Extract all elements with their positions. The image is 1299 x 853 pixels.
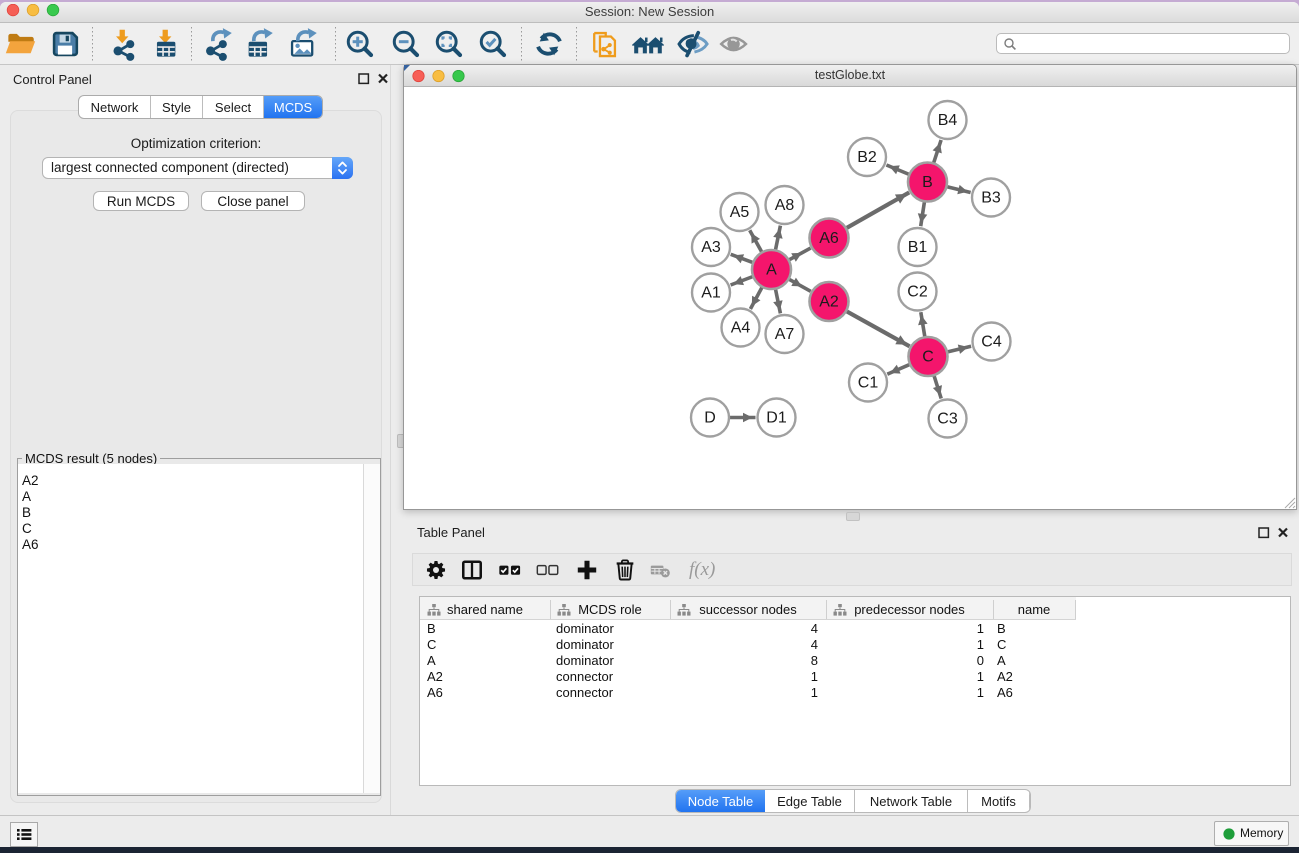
- svg-text:A2: A2: [819, 294, 839, 311]
- svg-text:A: A: [766, 262, 777, 279]
- svg-text:C2: C2: [907, 284, 928, 301]
- svg-text:A3: A3: [701, 239, 721, 256]
- svg-text:B3: B3: [981, 190, 1001, 207]
- svg-text:A7: A7: [775, 326, 795, 343]
- svg-text:A1: A1: [701, 285, 721, 302]
- svg-text:B1: B1: [908, 239, 928, 256]
- svg-text:A4: A4: [731, 320, 751, 337]
- svg-text:D: D: [704, 410, 716, 427]
- svg-text:A6: A6: [819, 230, 839, 247]
- svg-text:B: B: [922, 174, 933, 191]
- svg-text:C1: C1: [858, 375, 879, 392]
- svg-text:C3: C3: [937, 411, 958, 428]
- svg-text:A5: A5: [730, 204, 750, 221]
- svg-text:D1: D1: [766, 410, 787, 427]
- svg-text:B4: B4: [938, 112, 958, 129]
- svg-text:C4: C4: [981, 334, 1002, 351]
- svg-text:B2: B2: [857, 149, 877, 166]
- svg-text:C: C: [922, 349, 934, 366]
- svg-text:A8: A8: [775, 197, 795, 214]
